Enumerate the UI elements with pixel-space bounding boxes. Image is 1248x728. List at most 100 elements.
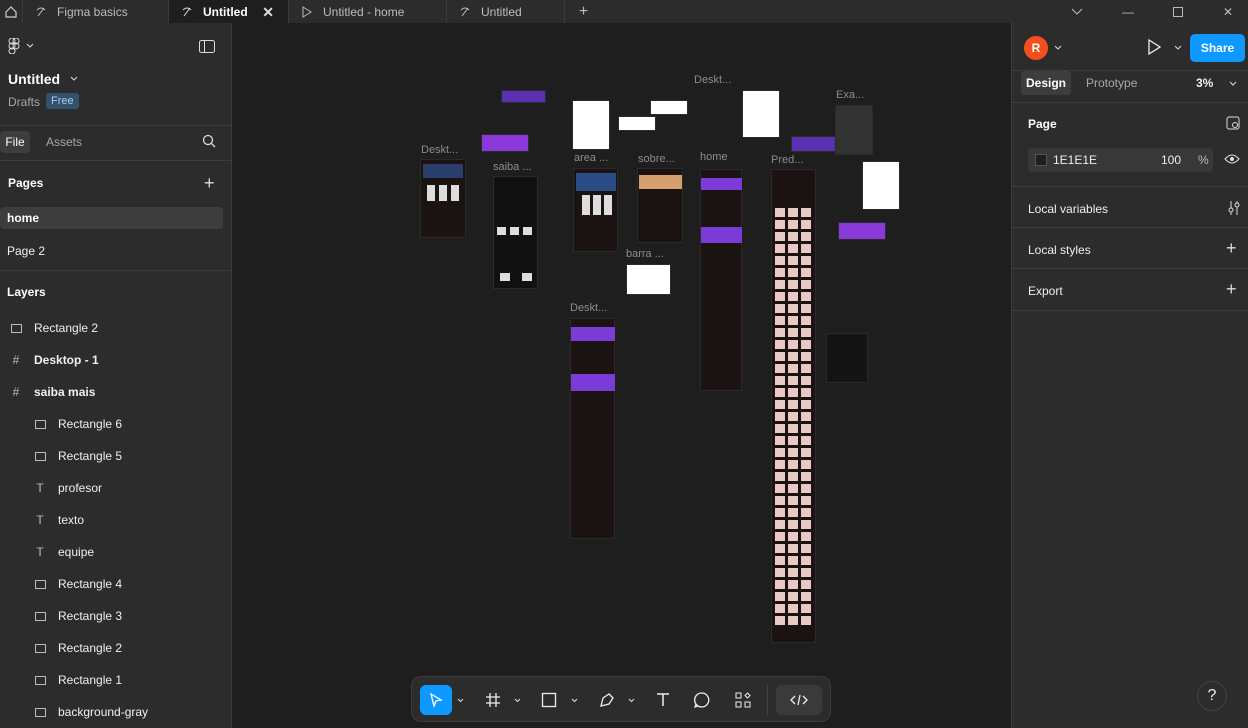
page-style-button[interactable]: [1226, 116, 1240, 133]
visibility-toggle[interactable]: [1224, 153, 1240, 168]
artboard-white-1[interactable]: [572, 100, 610, 150]
frame-label[interactable]: home: [700, 151, 728, 163]
layer-item[interactable]: Tequipe: [34, 540, 94, 564]
close-window-button[interactable]: ✕: [1203, 0, 1248, 23]
frame-label[interactable]: Deskt...: [694, 74, 731, 86]
local-styles-label[interactable]: Local styles: [1028, 243, 1091, 257]
layer-item[interactable]: Rectangle 2: [10, 316, 98, 340]
file-location[interactable]: Drafts: [8, 95, 40, 109]
layer-item[interactable]: Rectangle 3: [34, 604, 122, 628]
new-tab-button[interactable]: +: [564, 0, 602, 23]
chevron-down-icon[interactable]: [1174, 45, 1182, 51]
frame-tool-button[interactable]: [478, 685, 508, 715]
tab-untitled[interactable]: Untitled: [446, 0, 564, 23]
artboard-exa[interactable]: [835, 105, 873, 155]
toggle-sidebar-button[interactable]: [199, 40, 215, 56]
move-tool-dropdown[interactable]: [454, 685, 466, 715]
artboard-small-white[interactable]: [650, 100, 688, 115]
layer-item[interactable]: Rectangle 5: [34, 444, 122, 468]
artboard-desktop-2[interactable]: [570, 318, 615, 539]
local-variables-label[interactable]: Local variables: [1028, 202, 1108, 216]
layer-item[interactable]: # saiba mais: [10, 380, 96, 404]
design-canvas[interactable]: Deskt... saiba ... area ... sobre... Des…: [232, 23, 1011, 728]
add-export-button[interactable]: +: [1226, 279, 1237, 300]
layer-item[interactable]: Rectangle 4: [34, 572, 122, 596]
pen-tool-dropdown[interactable]: [625, 685, 637, 715]
export-label[interactable]: Export: [1028, 284, 1063, 298]
add-page-button[interactable]: +: [204, 173, 215, 194]
add-style-button[interactable]: +: [1226, 238, 1237, 259]
tab-figma-basics[interactable]: Figma basics: [22, 0, 168, 23]
close-tab-icon[interactable]: ✕: [262, 4, 274, 21]
layer-item[interactable]: Rectangle 2: [34, 636, 122, 660]
present-button[interactable]: [1147, 38, 1162, 58]
frame-label[interactable]: saiba ...: [493, 161, 532, 173]
frame-label[interactable]: barra ...: [626, 248, 664, 260]
page-item-page-2[interactable]: Page 2: [7, 244, 45, 258]
help-button[interactable]: ?: [1197, 681, 1227, 711]
page-item-home[interactable]: home: [0, 207, 223, 229]
rectangle-tool-dropdown[interactable]: [568, 685, 580, 715]
divider: [1012, 268, 1248, 269]
artboard-banner[interactable]: [791, 136, 836, 152]
frame-label[interactable]: Exa...: [836, 89, 864, 101]
artboard-small-white[interactable]: [618, 116, 656, 131]
layer-item[interactable]: Rectangle 6: [34, 412, 122, 436]
layer-item[interactable]: Ttexto: [34, 508, 84, 532]
home-button[interactable]: [0, 0, 22, 23]
frame-tool-dropdown[interactable]: [511, 685, 523, 715]
layer-item[interactable]: Rectangle 1: [34, 668, 122, 692]
chevron-down-icon[interactable]: [1054, 45, 1062, 51]
page-color-field[interactable]: 1E1E1E 100 %: [1028, 148, 1213, 172]
tab-file[interactable]: File: [0, 131, 30, 153]
artboard-home[interactable]: [700, 169, 742, 391]
artboard-banner[interactable]: [481, 134, 529, 152]
color-hex-input[interactable]: 1E1E1E: [1053, 153, 1097, 167]
local-variables-button[interactable]: [1227, 200, 1241, 219]
tab-design[interactable]: Design: [1021, 71, 1071, 95]
text-tool-button[interactable]: [648, 685, 678, 715]
comment-tool-button[interactable]: [687, 685, 717, 715]
tab-untitled-active[interactable]: Untitled ✕: [168, 0, 288, 23]
layer-item[interactable]: background-gray: [34, 700, 148, 724]
main-menu-button[interactable]: [8, 38, 34, 54]
banner: [571, 327, 615, 341]
pen-tool-icon: [600, 693, 614, 707]
tab-assets[interactable]: Assets: [46, 135, 82, 149]
layer-item[interactable]: # Desktop - 1: [10, 348, 99, 372]
opacity-input[interactable]: 100: [1161, 153, 1181, 167]
tab-untitled-home[interactable]: Untitled - home: [288, 0, 446, 23]
tab-prototype[interactable]: Prototype: [1086, 76, 1137, 90]
tabs-dropdown-button[interactable]: [1052, 0, 1102, 23]
share-button[interactable]: Share: [1190, 34, 1245, 62]
artboard-saiba-mais[interactable]: [493, 176, 538, 289]
move-tool-button[interactable]: [420, 685, 452, 715]
artboard-desktop[interactable]: [420, 159, 466, 238]
artboard-white-2[interactable]: [742, 90, 780, 138]
zoom-level[interactable]: 3%: [1196, 76, 1213, 90]
artboard-misc[interactable]: [826, 333, 868, 383]
color-swatch[interactable]: [1035, 154, 1047, 166]
chevron-down-icon[interactable]: [1229, 81, 1237, 87]
actions-tool-button[interactable]: [728, 685, 758, 715]
frame-label[interactable]: sobre...: [638, 153, 675, 165]
pen-tool-button[interactable]: [592, 685, 622, 715]
minimize-button[interactable]: —: [1103, 0, 1153, 23]
frame-label[interactable]: area ...: [574, 152, 608, 164]
file-title[interactable]: Untitled: [8, 71, 78, 87]
layer-item[interactable]: Tprofesor: [34, 476, 102, 500]
artboard-sobre[interactable]: [637, 168, 683, 243]
artboard-banner[interactable]: [838, 222, 886, 240]
frame-label[interactable]: Pred...: [771, 154, 803, 166]
frame-label[interactable]: Deskt...: [570, 302, 607, 314]
dev-mode-toggle[interactable]: [776, 685, 822, 715]
artboard-white-3[interactable]: [862, 161, 900, 210]
artboard-area[interactable]: [573, 168, 618, 252]
frame-label[interactable]: Deskt...: [421, 144, 458, 156]
avatar[interactable]: R: [1024, 36, 1048, 60]
search-button[interactable]: [202, 134, 216, 151]
artboard-banner[interactable]: [501, 90, 546, 103]
artboard-barra[interactable]: [626, 264, 671, 295]
maximize-button[interactable]: [1153, 0, 1203, 23]
rectangle-tool-button[interactable]: [534, 685, 564, 715]
